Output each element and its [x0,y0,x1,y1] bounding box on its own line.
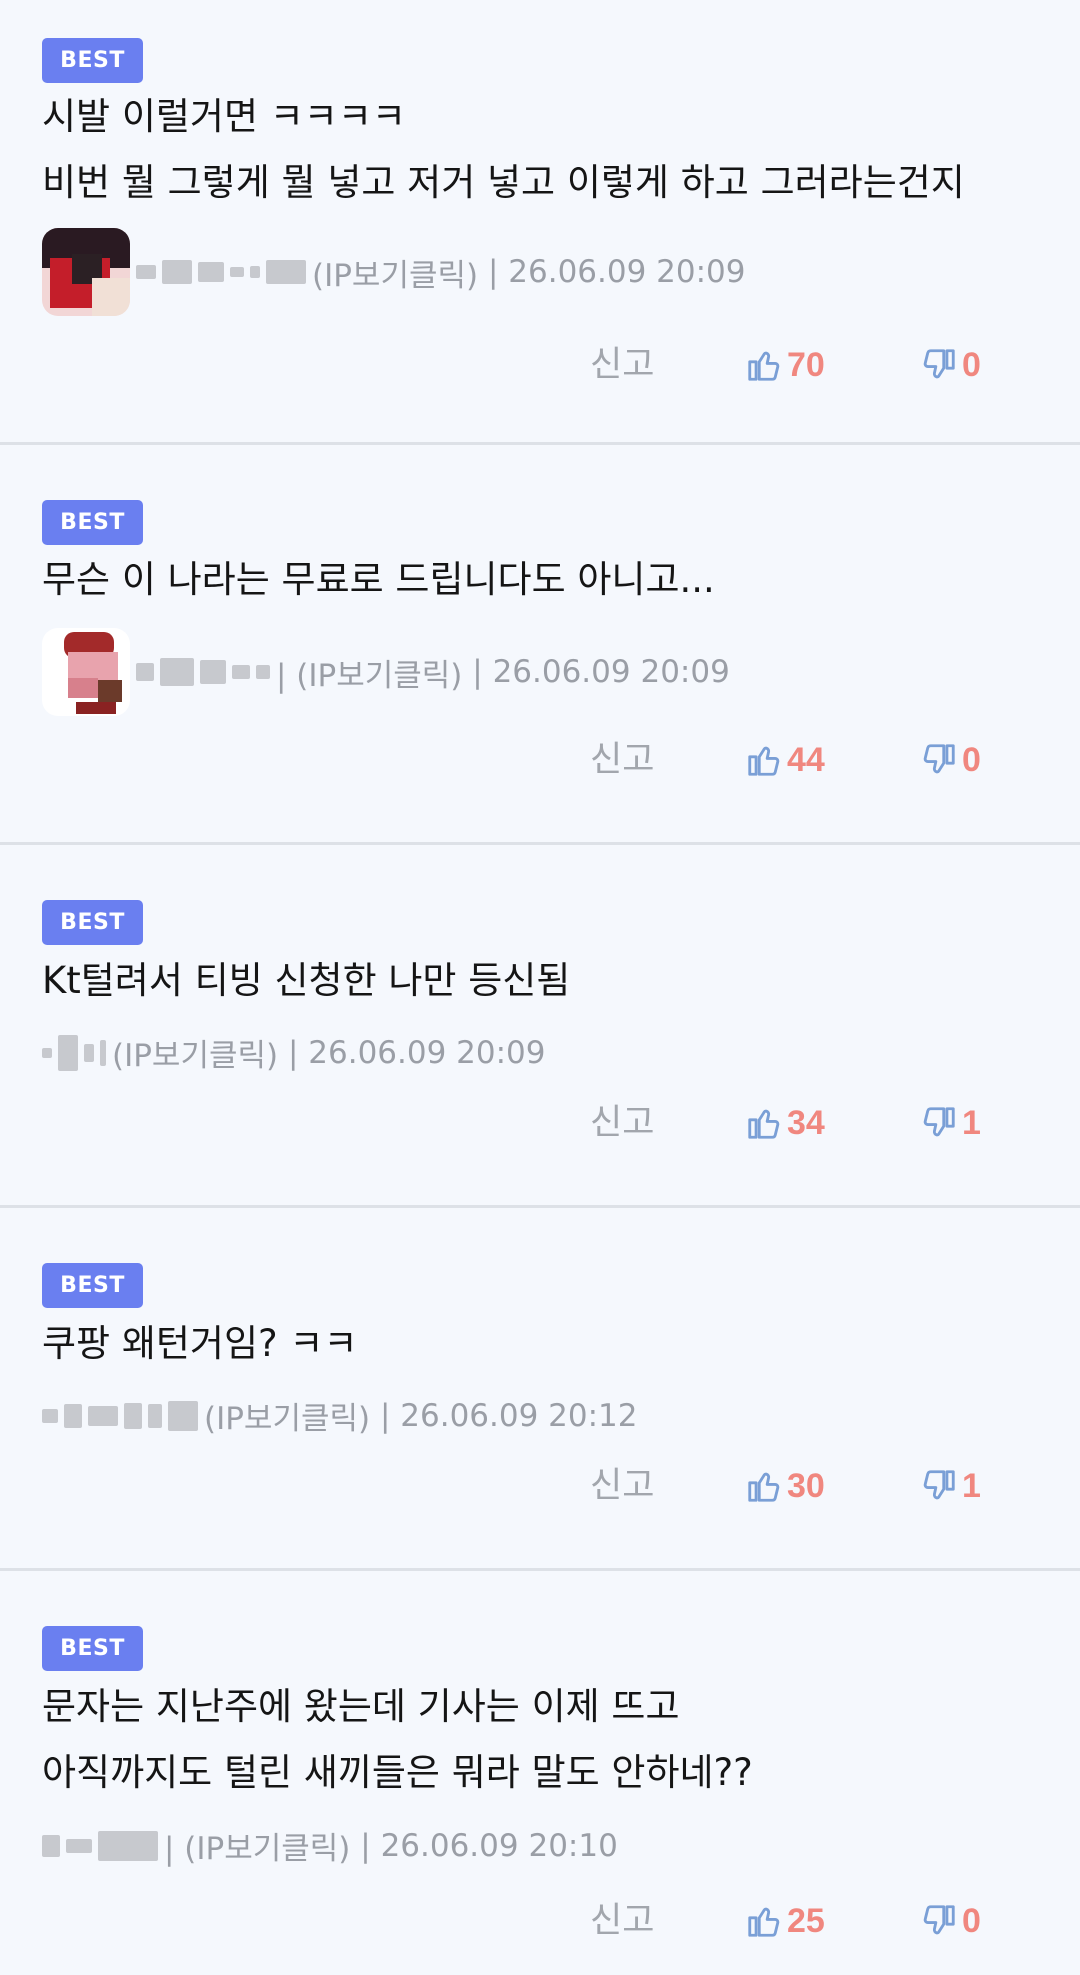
like-button[interactable]: 34 [745,1098,825,1148]
comment-line: 쿠팡 왜턴거임? ㅋㅋ [42,1322,358,1365]
comment-text: 문자는 지난주에 왔는데 기사는 이제 뜨고 아직까지도 털린 새끼들은 뭐라 … [42,1674,1060,1806]
ip-view-link[interactable]: (IP보기클릭) [204,1393,370,1438]
username-blurred[interactable] [136,658,270,686]
comment-meta: (IP보기클릭) | 26.06.09 20:12 [42,1393,638,1438]
thumb-up-icon [745,1902,783,1940]
dislike-count: 0 [962,741,981,779]
comment-line: Kt털려서 티빙 신청한 나만 등신됨 [42,959,571,1002]
best-badge: BEST [42,500,143,545]
like-count: 25 [787,1902,825,1940]
comment-line: 아직까지도 털린 새끼들은 뭐라 말도 안하네?? [42,1751,753,1794]
comment-actions: 신고 70 0 [0,340,1080,390]
dislike-button[interactable]: 0 [920,1896,981,1946]
username-blurred[interactable] [42,1830,158,1861]
thumb-down-icon [920,1104,958,1142]
report-button[interactable]: 신고 [590,1098,654,1148]
like-count: 44 [787,741,825,779]
best-badge: BEST [42,38,143,83]
comment-actions: 신고 25 0 [0,1896,1080,1946]
dislike-button[interactable]: 1 [920,1461,981,1511]
username-blurred[interactable] [42,1400,198,1431]
comment-meta: (IP보기클릭) | 26.06.09 20:09 [42,1030,546,1075]
report-button[interactable]: 신고 [590,1461,654,1511]
best-comment: BEST 쿠팡 왜턴거임? ㅋㅋ (IP보기클릭) | 26.06.09 20:… [0,1208,1080,1571]
comment-meta: | (IP보기클릭) | 26.06.09 20:09 [42,628,730,716]
avatar[interactable] [42,628,130,716]
comment-text: Kt털려서 티빙 신청한 나만 등신됨 [42,948,1060,1014]
like-count: 70 [787,346,825,384]
like-count: 30 [787,1467,825,1505]
comment-date: | 26.06.09 20:10 [360,1827,618,1864]
comment-date: | 26.06.09 20:09 [487,254,746,290]
comment-actions: 신고 30 1 [0,1461,1080,1511]
dislike-button[interactable]: 1 [920,1098,981,1148]
username-blurred[interactable] [136,260,306,284]
comment-actions: 신고 34 1 [0,1098,1080,1148]
thumb-up-icon [745,346,783,384]
like-count: 34 [787,1104,825,1142]
dislike-count: 0 [962,346,981,384]
comment-line: 무슨 이 나라는 무료로 드립니다도 아니고... [42,558,715,601]
ip-view-link[interactable]: | (IP보기클릭) [276,650,462,695]
like-button[interactable]: 70 [745,340,825,390]
comment-text: 쿠팡 왜턴거임? ㅋㅋ [42,1311,1060,1377]
comment-line: 비번 뭘 그렇게 뭘 넣고 저거 넣고 이렇게 하고 그러라는건지 [42,161,965,204]
ip-view-link[interactable]: | (IP보기클릭) [164,1823,350,1868]
best-badge: BEST [42,1626,143,1671]
dislike-count: 0 [962,1902,981,1940]
comment-date: | 26.06.09 20:12 [379,1397,638,1434]
like-button[interactable]: 44 [745,735,825,785]
comment-meta: | (IP보기클릭) | 26.06.09 20:10 [42,1823,618,1868]
report-button[interactable]: 신고 [590,735,654,785]
username-blurred[interactable] [42,1034,106,1071]
thumb-down-icon [920,1467,958,1505]
report-button[interactable]: 신고 [590,1896,654,1946]
ip-view-link[interactable]: (IP보기클릭) [112,1030,278,1075]
best-comment: BEST 문자는 지난주에 왔는데 기사는 이제 뜨고 아직까지도 털린 새끼들… [0,1571,1080,1975]
like-button[interactable]: 30 [745,1461,825,1511]
avatar[interactable] [42,228,130,316]
ip-view-link[interactable]: (IP보기클릭) [312,250,478,295]
thumb-up-icon [745,741,783,779]
comment-text: 시발 이럴거면 ㅋㅋㅋㅋ 비번 뭘 그렇게 뭘 넣고 저거 넣고 이렇게 하고 … [42,84,1060,216]
comment-line: 문자는 지난주에 왔는데 기사는 이제 뜨고 [42,1685,680,1728]
comment-text: 무슨 이 나라는 무료로 드립니다도 아니고... [42,547,1060,613]
dislike-count: 1 [962,1104,981,1142]
best-comment: BEST Kt털려서 티빙 신청한 나만 등신됨 (IP보기클릭) | 26.0… [0,845,1080,1208]
comment-line: 시발 이럴거면 ㅋㅋㅋㅋ [42,95,406,138]
thumb-up-icon [745,1104,783,1142]
best-comment: BEST 시발 이럴거면 ㅋㅋㅋㅋ 비번 뭘 그렇게 뭘 넣고 저거 넣고 이렇… [0,0,1080,445]
thumb-down-icon [920,1902,958,1940]
like-button[interactable]: 25 [745,1896,825,1946]
thumb-up-icon [745,1467,783,1505]
report-button[interactable]: 신고 [590,340,654,390]
dislike-button[interactable]: 0 [920,340,981,390]
comment-actions: 신고 44 0 [0,735,1080,785]
best-comment: BEST 무슨 이 나라는 무료로 드립니다도 아니고... | (IP보기클릭… [0,445,1080,845]
dislike-count: 1 [962,1467,981,1505]
dislike-button[interactable]: 0 [920,735,981,785]
thumb-down-icon [920,741,958,779]
best-badge: BEST [42,900,143,945]
comment-date: | 26.06.09 20:09 [472,654,730,690]
comment-date: | 26.06.09 20:09 [287,1034,546,1071]
comment-meta: (IP보기클릭) | 26.06.09 20:09 [42,228,746,316]
thumb-down-icon [920,346,958,384]
best-badge: BEST [42,1263,143,1308]
comment-list: BEST 시발 이럴거면 ㅋㅋㅋㅋ 비번 뭘 그렇게 뭘 넣고 저거 넣고 이렇… [0,0,1080,1975]
